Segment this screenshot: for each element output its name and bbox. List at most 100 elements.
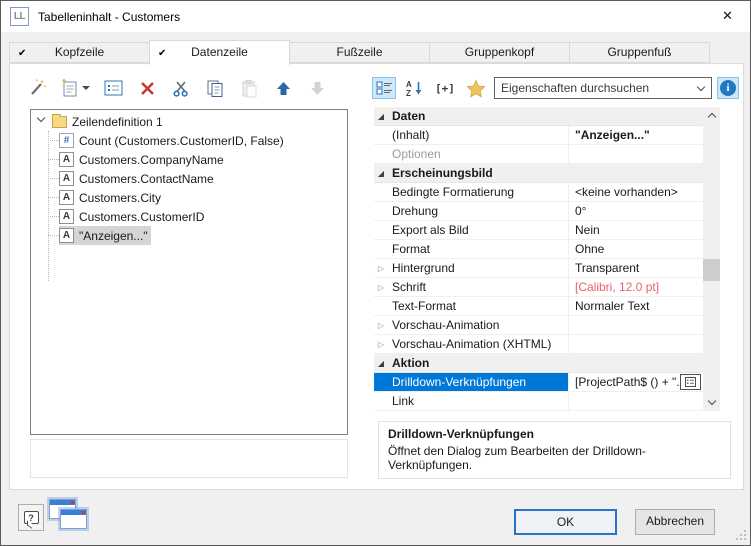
property-row-hintergrund[interactable]: ▷ Hintergrund Transparent [374, 259, 703, 278]
line-definition-tree: Zeilendefinition 1 # Count (Customers.Cu… [30, 109, 348, 435]
move-up-button[interactable] [270, 76, 296, 100]
checkmark-icon: ✔ [158, 42, 166, 65]
property-row-link[interactable]: Link [374, 392, 703, 411]
tab-gruppenfuss[interactable]: Gruppenfuß [569, 42, 710, 63]
expand-triangle-icon[interactable]: ▷ [374, 335, 388, 353]
formula-wizard-button[interactable] [24, 76, 50, 100]
property-row-bedingte-formatierung[interactable]: Bedingte Formatierung <keine vorhanden> [374, 183, 703, 202]
text-field-icon: A [59, 190, 74, 205]
tab-kopfzeile[interactable]: ✔ Kopfzeile [9, 42, 150, 63]
property-grid-scrollbar[interactable] [703, 107, 720, 411]
property-section-daten[interactable]: ◢ Daten [374, 107, 703, 126]
info-icon: i [720, 80, 736, 96]
tab-gruppenkopf[interactable]: Gruppenkopf [429, 42, 570, 63]
scrollbar-thumb[interactable] [703, 259, 720, 281]
svg-text:A: A [406, 80, 412, 89]
tree-item-label: Customers.City [79, 191, 161, 205]
property-grid: ◢ Daten (Inhalt) "Anzeigen..." Optionen … [374, 107, 720, 411]
paste-button[interactable] [236, 76, 262, 100]
cut-button[interactable] [168, 76, 194, 100]
tree-item-customerid[interactable]: A Customers.CustomerID [31, 207, 347, 226]
help-title: Drilldown-Verknüpfungen [388, 427, 721, 441]
window-title: Tabelleninhalt - Customers [38, 10, 180, 24]
property-row-format[interactable]: Format Ohne [374, 240, 703, 259]
scissors-icon [172, 79, 190, 98]
close-button[interactable]: ✕ [705, 1, 750, 32]
property-row-text-format[interactable]: Text-Format Normaler Text [374, 297, 703, 316]
ok-button[interactable]: OK [514, 509, 617, 535]
property-search-combo [494, 77, 712, 99]
categorized-view-icon [376, 80, 393, 96]
append-line-definition-button[interactable] [58, 76, 92, 100]
tree-item-contactname[interactable]: A Customers.ContactName [31, 169, 347, 188]
info-button[interactable]: i [717, 77, 739, 99]
scroll-down-button[interactable] [703, 394, 720, 411]
property-row-drilldown-verknuepfungen[interactable]: Drilldown-Verknüpfungen [ProjectPath$ ()… [374, 373, 703, 392]
tree-toolbar [24, 76, 330, 100]
text-field-icon: A [59, 171, 74, 186]
new-line-icon [60, 78, 78, 98]
svg-text:Z: Z [406, 89, 411, 97]
property-row-vorschau-animation[interactable]: ▷ Vorschau-Animation [374, 316, 703, 335]
favorites-button[interactable] [463, 76, 489, 100]
property-row-schrift[interactable]: ▷ Schrift [Calibri, 12.0 pt] [374, 278, 703, 297]
scroll-up-button[interactable] [703, 107, 720, 124]
move-down-button[interactable] [304, 76, 330, 100]
sort-az-icon: A Z [405, 79, 423, 97]
checkmark-icon: ✔ [18, 44, 26, 63]
property-help-panel: Drilldown-Verknüpfungen Öffnet den Dialo… [378, 421, 731, 479]
title-bar: LL Tabelleninhalt - Customers ✕ [1, 1, 750, 32]
tab-fusszeile[interactable]: Fußzeile [289, 42, 430, 63]
expand-all-icon: [+] [435, 82, 455, 95]
expand-triangle-icon[interactable]: ▷ [374, 316, 388, 334]
edit-list-icon [685, 377, 696, 387]
text-field-icon: A [59, 152, 74, 167]
text-field-icon: A [59, 228, 74, 243]
close-icon: ✕ [722, 9, 733, 24]
expand-triangle-icon[interactable]: ▷ [374, 259, 388, 277]
star-icon [466, 79, 486, 98]
condition-panel [30, 439, 348, 478]
tree-item-anzeigen[interactable]: A "Anzeigen..." [31, 226, 347, 245]
tab-label: Kopfzeile [55, 45, 104, 59]
sort-alphabetical-button[interactable]: A Z [401, 76, 427, 100]
tree-item-companyname[interactable]: A Customers.CompanyName [31, 150, 347, 169]
magic-wand-icon [26, 77, 48, 99]
property-row-drehung[interactable]: Drehung 0° [374, 202, 703, 221]
dialog-window: LL Tabelleninhalt - Customers ✕ ✔ Kopfze… [0, 0, 751, 546]
property-section-aktion[interactable]: ◢ Aktion [374, 354, 703, 373]
property-section-erscheinungsbild[interactable]: ◢ Erscheinungsbild [374, 164, 703, 183]
open-drilldown-dialog-button[interactable] [680, 374, 701, 390]
edit-properties-button[interactable] [100, 76, 126, 100]
copy-button[interactable] [202, 76, 228, 100]
tree-item-city[interactable]: A Customers.City [31, 188, 347, 207]
window-close-dot [71, 501, 74, 504]
delete-button[interactable] [134, 76, 160, 100]
help-button[interactable]: ? [18, 504, 44, 531]
cancel-button[interactable]: Abbrechen [635, 509, 715, 535]
count-field-icon: # [59, 133, 74, 148]
tree-item-count[interactable]: # Count (Customers.CustomerID, False) [31, 131, 347, 150]
property-row-optionen[interactable]: Optionen [374, 145, 703, 164]
collapse-triangle-icon: ◢ [374, 107, 388, 125]
tree-item-label: Customers.ContactName [79, 172, 214, 186]
help-description: Öffnet den Dialog zum Bearbeiten der Dri… [388, 444, 721, 472]
footer-bar: ? OK Abbrechen [1, 490, 751, 546]
help-bubble-icon: ? [24, 511, 39, 524]
tab-datenzeile[interactable]: ✔ Datenzeile [149, 40, 290, 65]
property-row-inhalt[interactable]: (Inhalt) "Anzeigen..." [374, 126, 703, 145]
cascade-windows-button[interactable] [49, 499, 89, 531]
expand-triangle-icon[interactable]: ▷ [374, 278, 388, 296]
tree-root-label: Zeilendefinition 1 [72, 115, 163, 129]
property-row-vorschau-animation-xhtml[interactable]: ▷ Vorschau-Animation (XHTML) [374, 335, 703, 354]
resize-grip[interactable] [744, 538, 746, 540]
view-categorized-button[interactable] [372, 77, 396, 99]
property-row-export-als-bild[interactable]: Export als Bild Nein [374, 221, 703, 240]
property-search-input[interactable] [495, 79, 691, 97]
tab-label: Gruppenfuß [607, 45, 671, 59]
tree-collapse-icon [37, 114, 45, 122]
tree-root-zeilendefinition[interactable]: Zeilendefinition 1 [31, 112, 347, 131]
combo-dropdown-button[interactable] [691, 87, 711, 90]
tree-item-label: Customers.CompanyName [79, 153, 224, 167]
expand-all-button[interactable]: [+] [432, 76, 458, 100]
